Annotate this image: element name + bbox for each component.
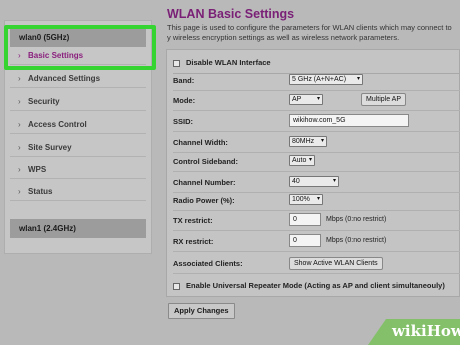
rx-restrict-label: RX restrict: — [173, 237, 214, 246]
control-sideband-label: Control Sideband: — [173, 157, 238, 166]
tx-restrict-input[interactable]: 0 — [289, 213, 321, 226]
channel-number-label: Channel Number: — [173, 178, 236, 187]
sidebar-item-advanced-settings[interactable]: › Advanced Settings — [10, 70, 146, 88]
channel-width-select[interactable]: 80MHz ▾ — [289, 136, 327, 147]
tx-restrict-label: TX restrict: — [173, 216, 213, 225]
apply-changes-button[interactable]: Apply Changes — [168, 303, 235, 319]
radio-power-label: Radio Power (%): — [173, 196, 235, 205]
mode-label: Mode: — [173, 96, 196, 105]
rx-restrict-row: RX restrict: 0 Mbps (0:no restrict) — [173, 232, 460, 252]
chevron-right-icon: › — [18, 74, 21, 83]
sidebar-item-access-control[interactable]: › Access Control — [10, 116, 146, 134]
control-sideband-select[interactable]: Auto ▾ — [289, 155, 315, 166]
chevron-down-icon: ▾ — [356, 76, 360, 82]
radio-power-row: Radio Power (%): 100% ▾ — [173, 191, 460, 211]
sidebar-item-label: Access Control — [28, 120, 87, 129]
rx-restrict-hint: Mbps (0:no restrict) — [326, 237, 387, 244]
chevron-right-icon: › — [18, 165, 21, 174]
disable-wlan-label: Disable WLAN Interface — [186, 58, 271, 67]
tx-restrict-row: TX restrict: 0 Mbps (0:no restrict) — [173, 211, 460, 231]
sidebar-item-label: Status — [28, 187, 53, 196]
chevron-down-icon: ▾ — [332, 178, 336, 184]
mode-select-value: AP — [292, 96, 302, 103]
sidebar-item-label: Site Survey — [28, 143, 72, 152]
show-active-clients-button[interactable]: Show Active WLAN Clients — [289, 257, 383, 270]
chevron-right-icon: › — [18, 120, 21, 129]
wikihow-watermark: wikiHow — [368, 319, 460, 345]
repeater-checkbox[interactable] — [173, 282, 180, 290]
chevron-right-icon: › — [18, 97, 21, 106]
sidebar-item-label: Advanced Settings — [28, 74, 101, 83]
sidebar-group-wlan1[interactable]: wlan1 (2.4GHz) — [10, 219, 146, 238]
ssid-input[interactable]: wikihow.com_5G — [289, 114, 409, 127]
sidebar-item-label: WPS — [28, 165, 47, 174]
mode-select[interactable]: AP ▾ — [289, 94, 323, 105]
band-select[interactable]: 5 GHz (A+N+AC) ▾ — [289, 74, 363, 85]
radio-power-select[interactable]: 100% ▾ — [289, 194, 323, 205]
sidebar-item-label: Security — [28, 97, 60, 106]
band-select-value: 5 GHz (A+N+AC) — [292, 76, 347, 83]
channel-number-select-value: 40 — [292, 178, 300, 185]
channel-number-select[interactable]: 40 ▾ — [289, 176, 339, 187]
repeater-row: Enable Universal Repeater Mode (Acting a… — [173, 276, 460, 296]
band-row: Band: 5 GHz (A+N+AC) ▾ — [173, 71, 460, 91]
channel-width-row: Channel Width: 80MHz ▾ — [173, 133, 460, 153]
control-sideband-row: Control Sideband: Auto ▾ — [173, 152, 460, 172]
chevron-right-icon: › — [18, 143, 21, 152]
sidebar-item-wps[interactable]: › WPS — [10, 161, 146, 179]
channel-width-label: Channel Width: — [173, 138, 228, 147]
sidebar-item-security[interactable]: › Security — [10, 93, 146, 111]
chevron-down-icon: ▾ — [316, 96, 320, 102]
rx-restrict-input[interactable]: 0 — [289, 234, 321, 247]
chevron-down-icon: ▾ — [320, 138, 324, 144]
ssid-row: SSID: wikihow.com_5G — [173, 112, 460, 132]
chevron-down-icon: ▾ — [308, 157, 312, 163]
tx-restrict-hint: Mbps (0:no restrict) — [326, 216, 387, 223]
page-title: WLAN Basic Settings — [167, 7, 295, 21]
mode-row: Mode: AP ▾ Multiple AP — [173, 91, 460, 111]
highlight-box — [4, 25, 156, 70]
page-description: This page is used to configure the param… — [167, 23, 452, 42]
control-sideband-select-value: Auto — [292, 157, 307, 164]
channel-number-row: Channel Number: 40 ▾ — [173, 173, 460, 193]
chevron-right-icon: › — [18, 187, 21, 196]
chevron-down-icon: ▾ — [316, 196, 320, 202]
channel-width-select-value: 80MHz — [292, 138, 315, 145]
associated-clients-label: Associated Clients: — [173, 259, 243, 268]
sidebar-item-site-survey[interactable]: › Site Survey — [10, 139, 146, 157]
ssid-label: SSID: — [173, 117, 194, 126]
associated-clients-row: Associated Clients: Show Active WLAN Cli… — [173, 254, 460, 274]
band-label: Band: — [173, 76, 195, 85]
radio-power-select-value: 100% — [292, 196, 310, 203]
disable-wlan-checkbox[interactable] — [173, 59, 180, 67]
multiple-ap-button[interactable]: Multiple AP — [361, 93, 407, 106]
repeater-label: Enable Universal Repeater Mode (Acting a… — [186, 281, 445, 290]
sidebar-item-status[interactable]: › Status — [10, 183, 146, 201]
wikihow-logo: wikiHow — [392, 322, 460, 340]
